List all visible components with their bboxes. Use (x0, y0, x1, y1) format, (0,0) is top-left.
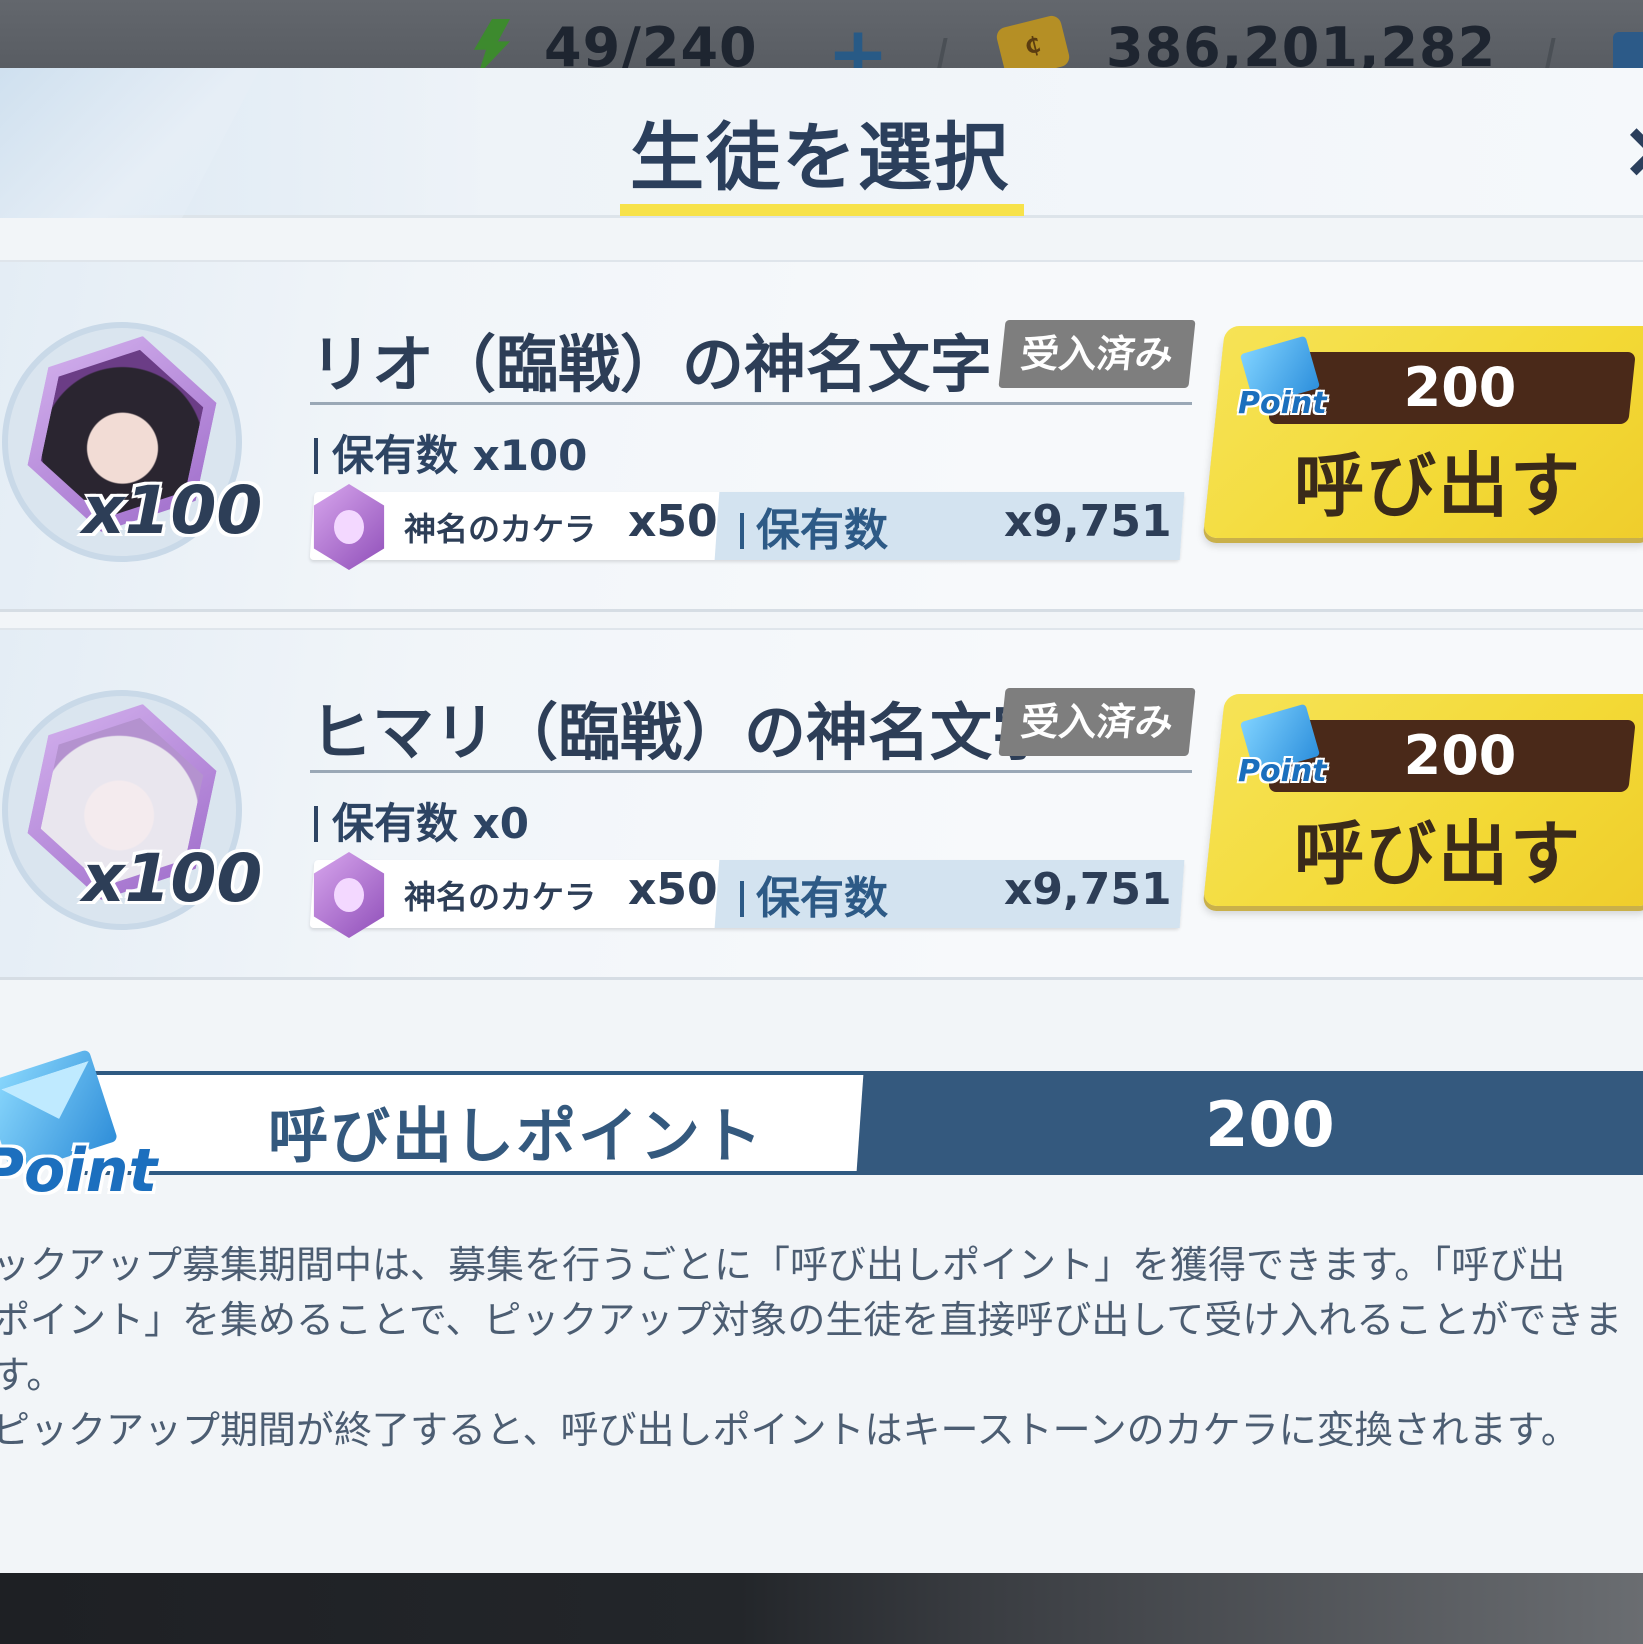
summon-price: 200 (1403, 356, 1517, 419)
description-text: ックアップ募集期間中は、募集を行うごとに「呼び出しポイント」を獲得できます。「呼… (0, 1238, 1643, 1458)
cost-owned-label: 保有数 (740, 494, 888, 558)
point-tag: Point (1238, 754, 1327, 789)
name-divider (310, 770, 1192, 773)
recruited-badge: 受入済み (998, 320, 1196, 388)
eleph-icon-core (334, 878, 364, 912)
cost-owned-label: 保有数 (740, 862, 888, 926)
divider (936, 38, 948, 72)
summon-price: 200 (1403, 724, 1517, 787)
cost-item-name: 神名のカケラ (404, 878, 597, 916)
modal-title: 生徒を選択 (630, 115, 1010, 201)
modal-header: 生徒を選択 × (0, 68, 1643, 218)
description-line: ピックアップ期間が終了すると、呼び出しポイントはキーストーンのカケラに変換されま… (0, 1408, 1579, 1452)
title-underline (620, 204, 1024, 216)
item-name: ヒマリ（臨戦）の神名文字 (310, 696, 1055, 769)
summon-button-label[interactable]: 呼び出す (1294, 430, 1582, 531)
cost-owned-value: x9,751 (1004, 496, 1172, 547)
description-line: す。 (0, 1353, 65, 1397)
owned-count-text: 保有数 x100 (332, 431, 588, 480)
portrait-count: x100 (82, 472, 263, 549)
cost-item-name: 神名のカケラ (404, 510, 597, 548)
student-card: x100 ヒマリ（臨戦）の神名文字 受入済み 保有数 x0 神名のカケラ x50… (0, 628, 1643, 980)
cost-owned-value: x9,751 (1004, 864, 1172, 915)
summon-points-value: 200 (1205, 1088, 1335, 1161)
cost-owned-label-text: 保有数 (756, 873, 888, 924)
divider (1544, 38, 1556, 72)
close-button[interactable]: × (1620, 110, 1643, 190)
credit-counter: ₵ 386,201,282 (994, 13, 1496, 81)
description-line: ックアップ募集期間中は、募集を行うごとに「呼び出しポイント」を獲得できます。「呼… (0, 1243, 1566, 1287)
top-status-bar: 49/240 + ₵ 386,201,282 (0, 0, 1643, 91)
recruited-badge: 受入済み (998, 688, 1196, 756)
item-name: リオ（臨戦）の神名文字 (310, 328, 993, 401)
cost-quantity: x50 (628, 496, 718, 547)
name-divider (310, 402, 1192, 405)
cost-quantity: x50 (628, 864, 718, 915)
ap-counter: 49/240 (470, 16, 758, 79)
summon-button-label[interactable]: 呼び出す (1294, 798, 1582, 899)
point-tag: Point (1238, 386, 1327, 421)
student-card: x100 リオ（臨戦）の神名文字 受入済み 保有数 x100 神名のカケラ x5… (0, 260, 1643, 612)
cost-owned-label-text: 保有数 (756, 505, 888, 556)
owned-count: 保有数 x0 (314, 790, 529, 851)
eleph-icon-core (334, 510, 364, 544)
summon-points-label: 呼び出しポイント (268, 1102, 764, 1172)
description-line: ポイント」を集めることで、ピックアップ対象の生徒を直接呼び出して受け入れることが… (0, 1298, 1623, 1342)
background-strip (0, 1573, 1643, 1644)
portrait-count: x100 (82, 840, 263, 917)
point-icon-text: Point (0, 1136, 158, 1206)
owned-count: 保有数 x100 (314, 422, 587, 483)
header-decoration (0, 68, 260, 218)
ap-bolt-icon (474, 19, 510, 75)
student-select-modal: 生徒を選択 × x100 リオ（臨戦）の神名文字 受入済み 保有数 x100 神… (0, 68, 1643, 1573)
owned-count-text: 保有数 x0 (332, 799, 529, 848)
